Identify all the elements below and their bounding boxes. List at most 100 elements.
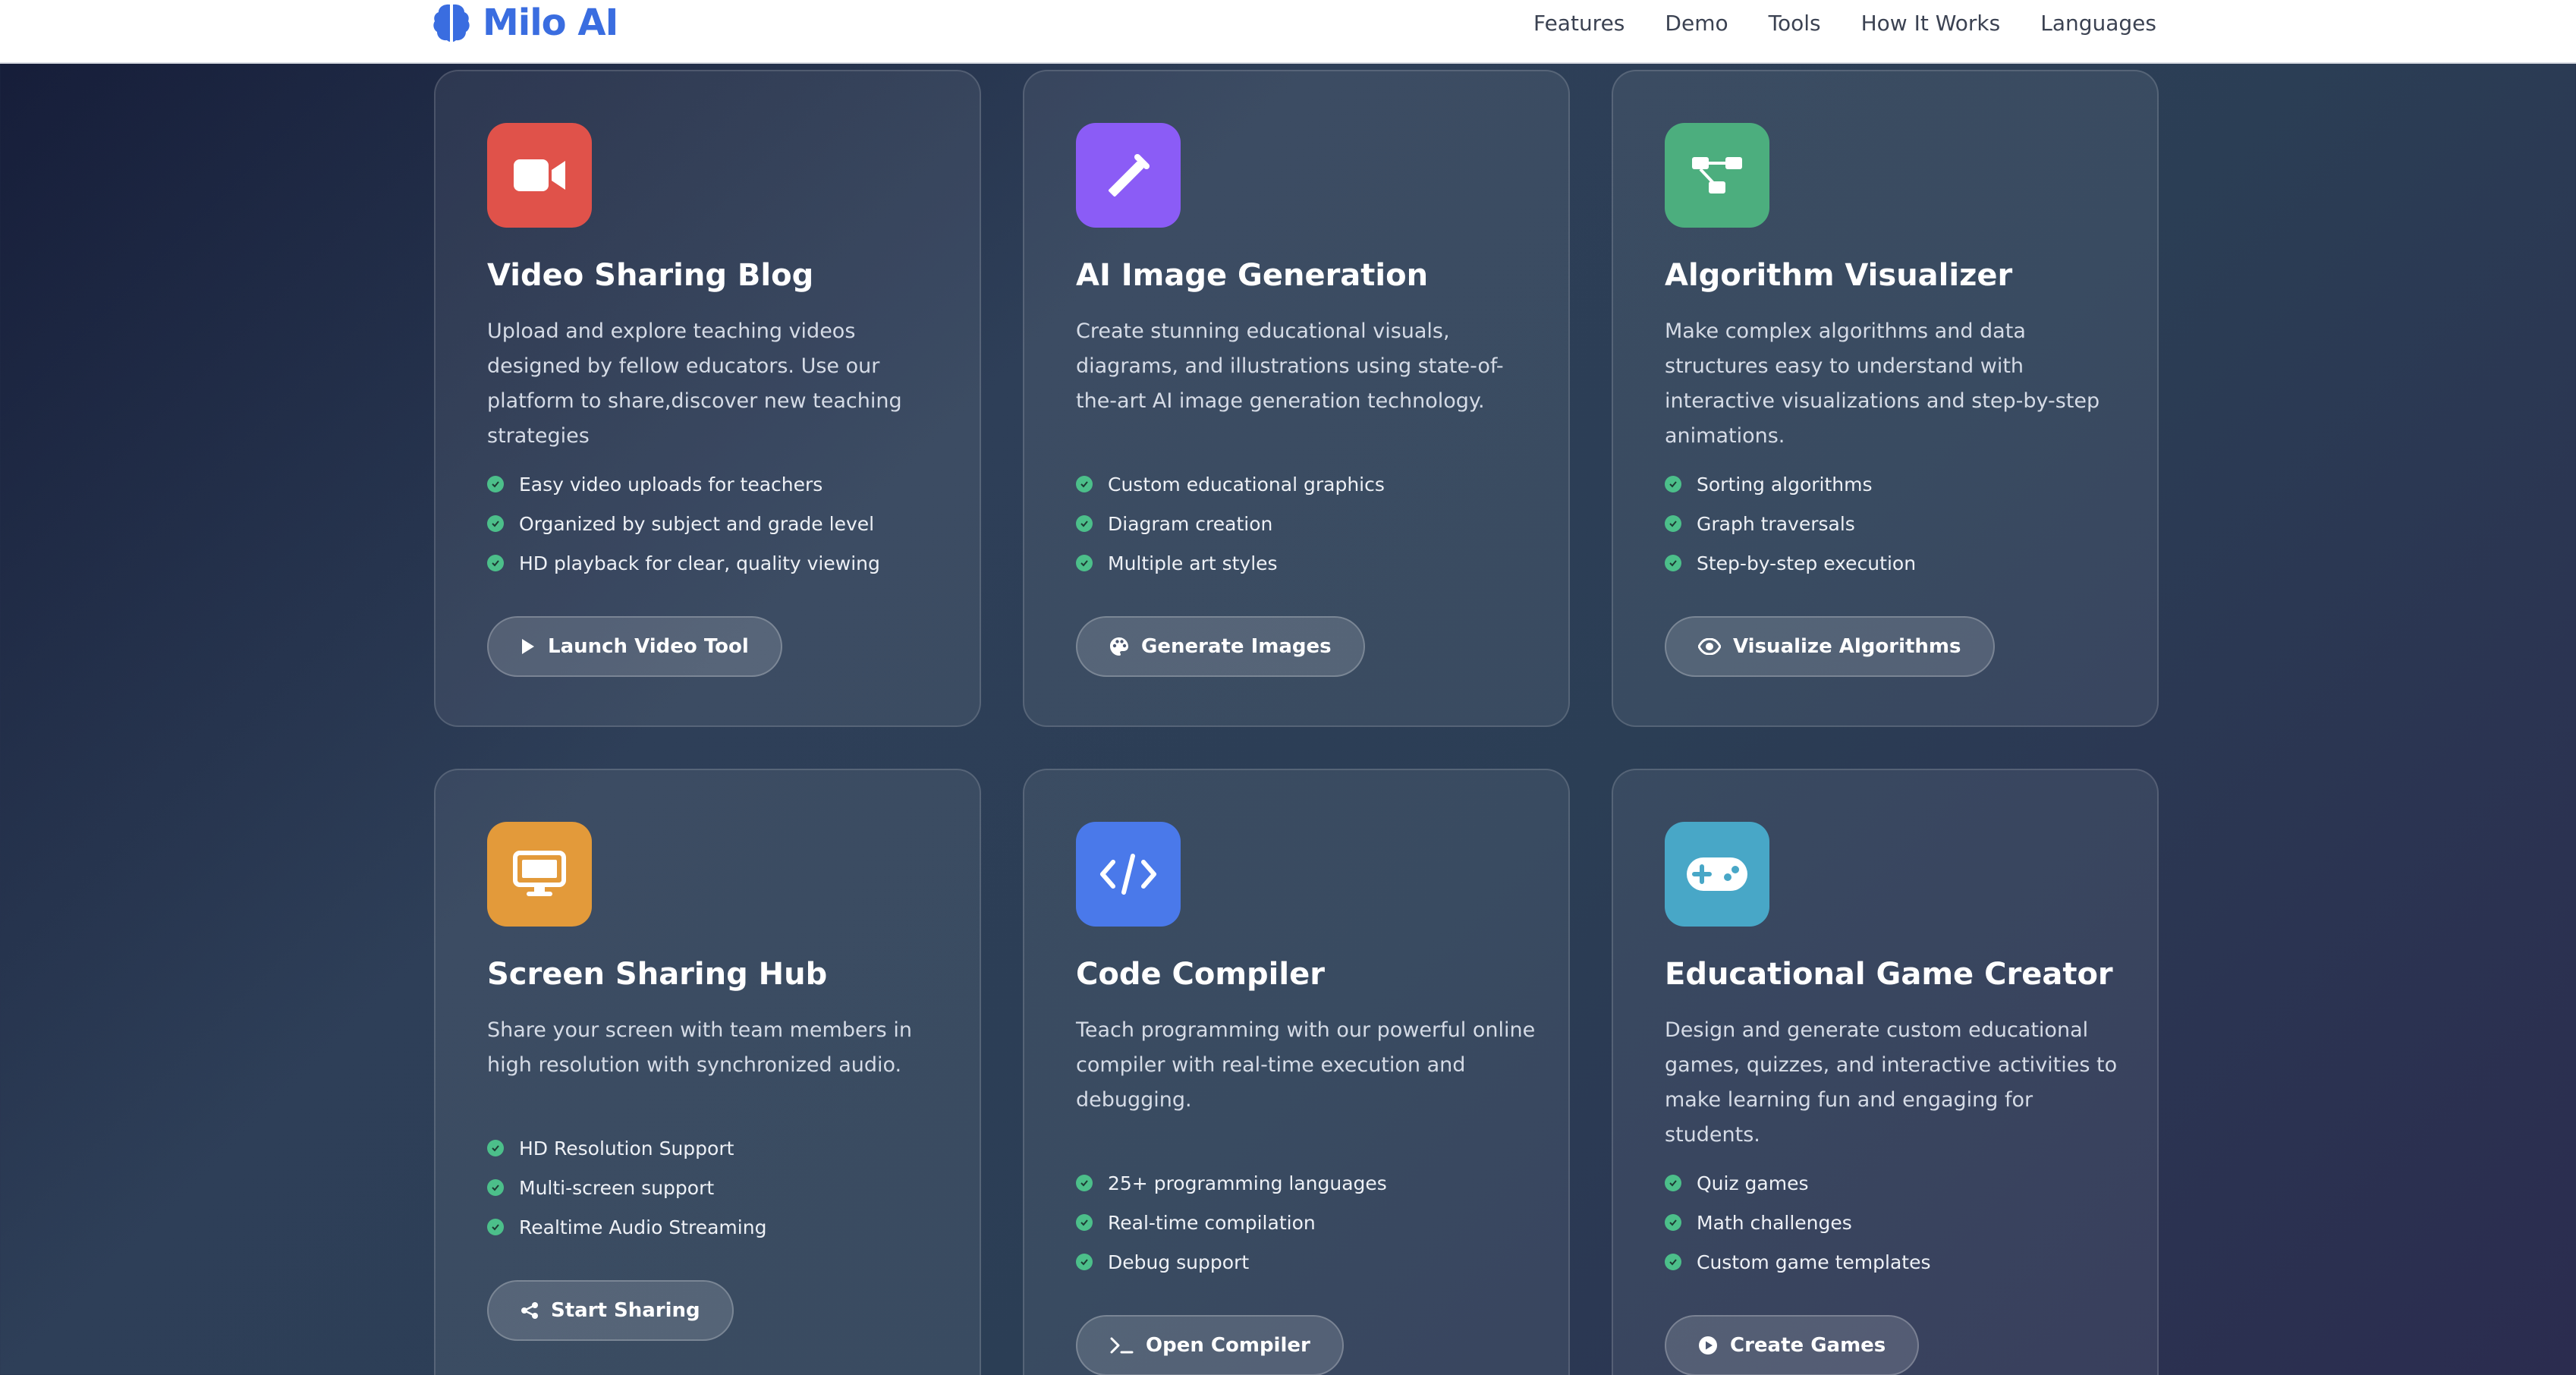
feature-label: Easy video uploads for teachers [519,473,823,496]
open-compiler-button[interactable]: Open Compiler [1076,1315,1344,1375]
tool-card-code-compiler: Code Compiler Teach programming with our… [1023,769,1570,1375]
feature-label: Debug support [1108,1251,1250,1273]
feature-label: Multi-screen support [519,1176,715,1199]
brain-icon [432,2,472,44]
nav-link-features[interactable]: Features [1533,11,1625,36]
feature-item: Graph traversals [1665,504,1916,543]
card-title: AI Image Generation [1076,258,1429,293]
button-label: Start Sharing [551,1299,700,1322]
feature-label: Math challenges [1697,1211,1852,1234]
diagram-icon [1665,123,1769,228]
nav-link-languages[interactable]: Languages [2040,11,2156,36]
card-title: Educational Game Creator [1665,957,2113,992]
launch-video-tool-button[interactable]: Launch Video Tool [487,616,782,677]
feature-item: Real-time compilation [1076,1203,1387,1242]
feature-label: Step-by-step execution [1697,552,1917,574]
gamepad-icon [1665,822,1769,927]
check-icon [487,515,504,532]
check-icon [487,1219,504,1235]
feature-label: HD Resolution Support [519,1137,734,1159]
nav-links: Features Demo Tools How It Works Languag… [1533,0,2156,46]
check-icon [1665,515,1681,532]
video-camera-icon [487,123,592,228]
nav-link-tools[interactable]: Tools [1769,11,1821,36]
check-icon [1076,555,1093,571]
feature-label: Quiz games [1697,1172,1809,1194]
feature-list: Quiz games Math challenges Custom game t… [1665,1163,1930,1282]
start-sharing-button[interactable]: Start Sharing [487,1280,734,1341]
feature-list: 25+ programming languages Real-time comp… [1076,1163,1387,1282]
brand-name: Milo AI [483,2,618,44]
check-icon [1665,1254,1681,1270]
check-icon [1665,555,1681,571]
tool-card-screen-sharing: Screen Sharing Hub Share your screen wit… [434,769,981,1375]
tool-card-ai-image-generation: AI Image Generation Create stunning educ… [1023,70,1570,727]
check-icon [487,1140,504,1156]
card-title: Screen Sharing Hub [487,957,828,992]
button-label: Create Games [1730,1334,1886,1357]
check-icon [487,1179,504,1196]
feature-item: Realtime Audio Streaming [487,1207,766,1247]
feature-label: Graph traversals [1697,512,1855,535]
feature-item: Custom game templates [1665,1242,1930,1282]
feature-label: Custom game templates [1697,1251,1931,1273]
check-icon [487,476,504,492]
eye-icon [1698,638,1721,655]
nav-link-how-it-works[interactable]: How It Works [1861,11,2001,36]
play-circle-icon [1699,1336,1717,1355]
feature-item: Multiple art styles [1076,543,1385,583]
feature-item: Debug support [1076,1242,1387,1282]
feature-label: HD playback for clear, quality viewing [519,552,880,574]
card-title: Algorithm Visualizer [1665,258,2013,293]
check-icon [1076,1214,1093,1231]
feature-label: Sorting algorithms [1697,473,1873,496]
card-title: Code Compiler [1076,957,1325,992]
button-label: Visualize Algorithms [1733,635,1961,658]
feature-label: Real-time compilation [1108,1211,1316,1234]
feature-label: Organized by subject and grade level [519,512,875,535]
feature-item: Math challenges [1665,1203,1930,1242]
button-label: Launch Video Tool [548,635,749,658]
card-title: Video Sharing Blog [487,258,814,293]
nav-link-demo[interactable]: Demo [1665,11,1728,36]
feature-item: Diagram creation [1076,504,1385,543]
magic-wand-icon [1076,123,1181,228]
visualize-algorithms-button[interactable]: Visualize Algorithms [1665,616,1995,677]
tool-card-video-sharing: Video Sharing Blog Upload and explore te… [434,70,981,727]
feature-label: Realtime Audio Streaming [519,1216,767,1238]
feature-item: 25+ programming languages [1076,1163,1387,1203]
share-icon [521,1302,538,1319]
feature-item: Custom educational graphics [1076,464,1385,504]
play-icon [522,639,534,654]
button-label: Generate Images [1141,635,1332,658]
card-description: Share your screen with team members in h… [487,1018,912,1077]
card-description: Design and generate custom educational g… [1665,1018,2118,1147]
top-navbar: Milo AI Features Demo Tools How It Works… [0,0,2576,64]
tool-card-algorithm-visualizer: Algorithm Visualizer Make complex algori… [1612,70,2159,727]
terminal-icon [1110,1337,1134,1354]
feature-item: Organized by subject and grade level [487,504,880,543]
check-icon [1076,476,1093,492]
feature-list: Custom educational graphics Diagram crea… [1076,464,1385,583]
feature-item: Step-by-step execution [1665,543,1916,583]
desktop-icon [487,822,592,927]
tool-card-game-creator: Educational Game Creator Design and gene… [1612,769,2159,1375]
check-icon [1665,476,1681,492]
feature-list: Sorting algorithms Graph traversals Step… [1665,464,1916,583]
check-icon [1665,1214,1681,1231]
feature-item: Quiz games [1665,1163,1930,1203]
card-description: Teach programming with our powerful onli… [1076,1018,1536,1112]
feature-list: Easy video uploads for teachers Organize… [487,464,880,583]
feature-item: HD Resolution Support [487,1128,766,1168]
check-icon [487,555,504,571]
brand-logo[interactable]: Milo AI [432,0,618,46]
feature-list: HD Resolution Support Multi-screen suppo… [487,1128,766,1247]
palette-icon [1110,637,1128,656]
generate-images-button[interactable]: Generate Images [1076,616,1365,677]
card-description: Upload and explore teaching videos desig… [487,319,902,448]
feature-label: Custom educational graphics [1108,473,1385,496]
create-games-button[interactable]: Create Games [1665,1315,1920,1375]
feature-label: Multiple art styles [1108,552,1278,574]
card-description: Make complex algorithms and data structu… [1665,319,2100,448]
check-icon [1076,515,1093,532]
